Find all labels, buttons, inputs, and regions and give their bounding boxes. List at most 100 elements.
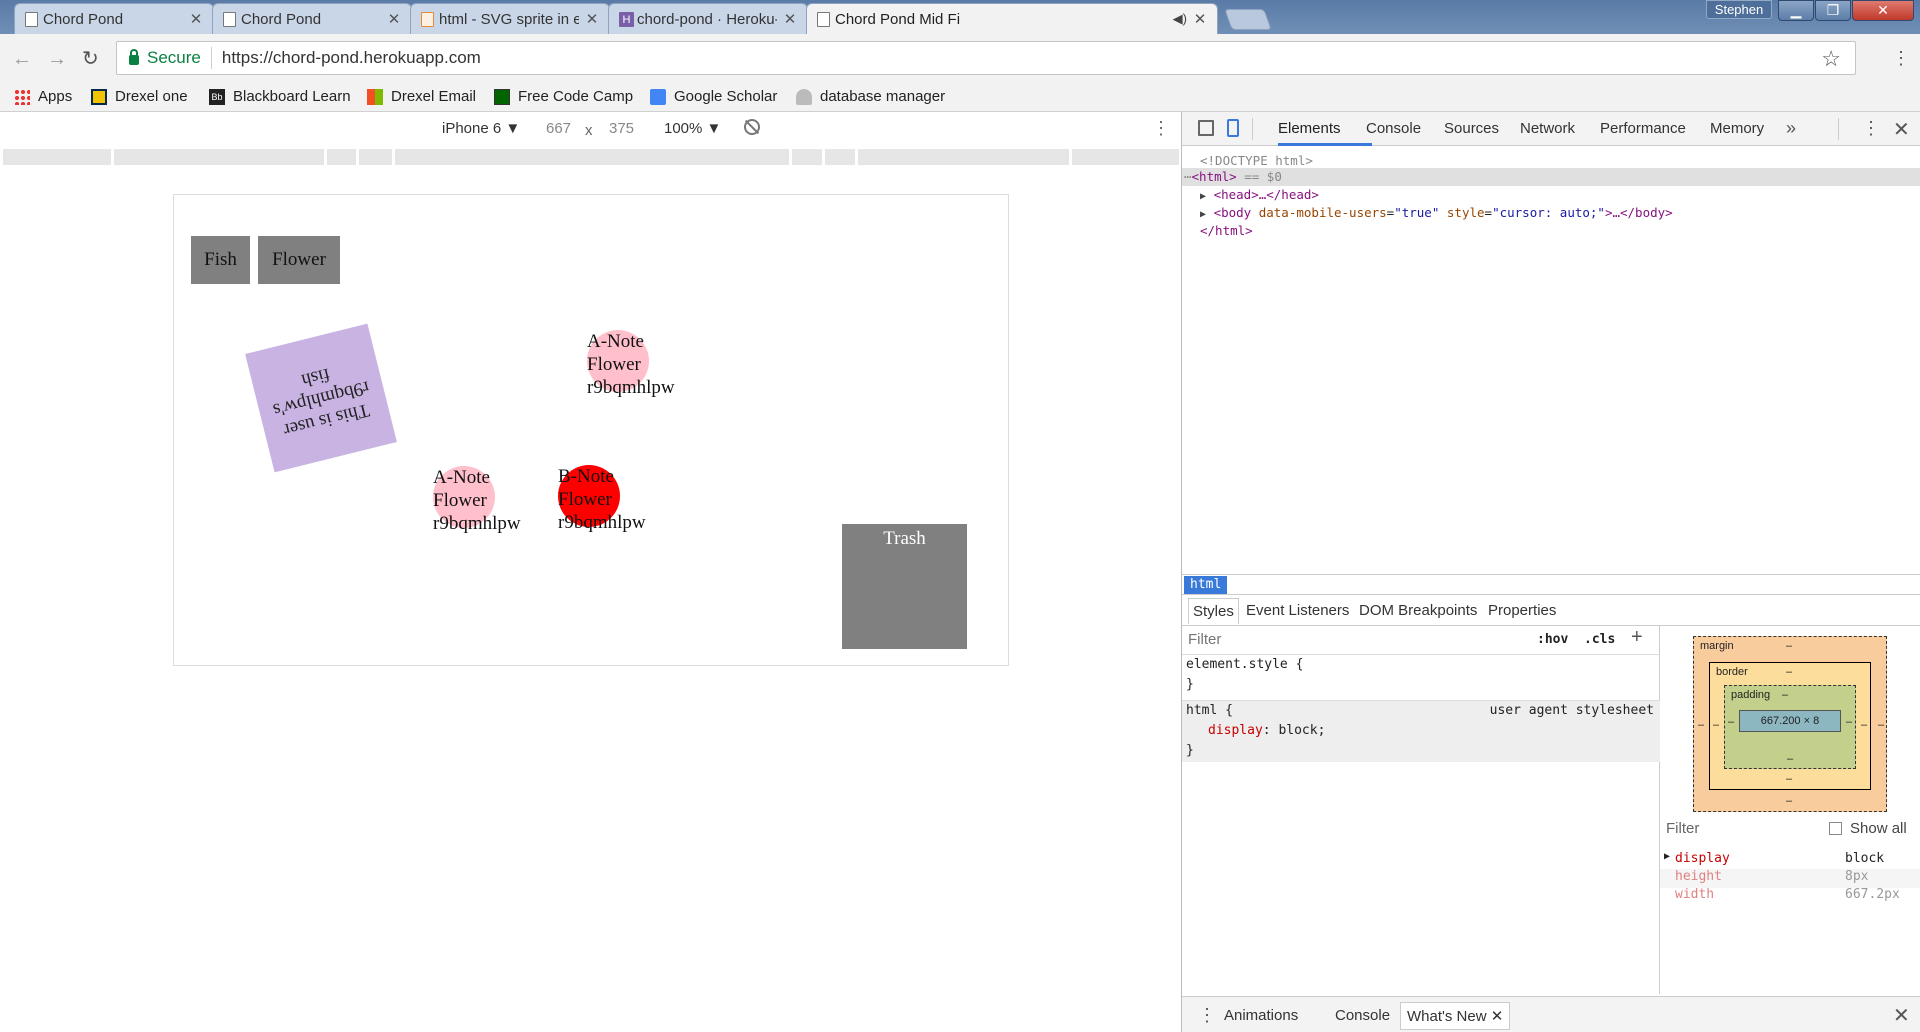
address-bar[interactable]: Secure https://chord-pond.herokuapp.com … bbox=[116, 41, 1856, 75]
tab-properties[interactable]: Properties bbox=[1488, 602, 1556, 619]
padding-left-value[interactable]: – bbox=[1728, 716, 1734, 728]
more-tabs-icon[interactable]: » bbox=[1786, 118, 1796, 139]
bookmark-blackboard[interactable]: Bb Blackboard Learn bbox=[209, 88, 351, 105]
border-left-value[interactable]: – bbox=[1713, 719, 1719, 731]
dom-tree: <!DOCTYPE html> ⋯<html> == $0 ▶ <head>…<… bbox=[1182, 146, 1920, 570]
dom-node-head[interactable]: ▶ <head>…</head> bbox=[1182, 186, 1920, 204]
a-note-flower[interactable]: A-Note Flower r9bqmhlpw bbox=[433, 466, 521, 535]
padding-bottom-value[interactable]: – bbox=[1787, 753, 1793, 765]
tab-event-listeners[interactable]: Event Listeners bbox=[1246, 602, 1349, 619]
tab-sources[interactable]: Sources bbox=[1444, 120, 1499, 137]
rule-element-style[interactable]: element.style { } bbox=[1182, 654, 1660, 698]
hover-state-button[interactable]: :hov bbox=[1537, 632, 1568, 647]
browser-tab-chord-pond-1[interactable]: Chord Pond ✕ bbox=[14, 3, 214, 34]
computed-row-display[interactable]: ▶ display block bbox=[1660, 851, 1920, 870]
computed-row-width[interactable]: width 667.2px bbox=[1660, 887, 1920, 906]
tab-console[interactable]: Console bbox=[1366, 120, 1421, 137]
forward-arrow-icon[interactable]: → bbox=[47, 48, 67, 71]
tab-memory[interactable]: Memory bbox=[1710, 120, 1764, 137]
breadcrumb-html[interactable]: html bbox=[1184, 576, 1228, 594]
show-all-checkbox[interactable] bbox=[1829, 822, 1842, 835]
padding-right-value[interactable]: – bbox=[1846, 716, 1852, 728]
bookmark-database-manager[interactable]: database manager bbox=[796, 88, 945, 105]
fish-card[interactable]: This is user r9bqmhlpw's fish bbox=[245, 323, 397, 473]
b-note-flower[interactable]: B-Note Flower r9bqmhlpw bbox=[558, 465, 646, 534]
new-tab-button[interactable] bbox=[1224, 9, 1272, 30]
a-note-flower[interactable]: A-Note Flower r9bqmhlpw bbox=[587, 330, 675, 399]
trash-bin[interactable]: Trash bbox=[842, 524, 967, 649]
expand-triangle-icon[interactable]: ▶ bbox=[1664, 851, 1670, 862]
dom-node-body[interactable]: ▶ <body data-mobile-users="true" style="… bbox=[1182, 204, 1920, 222]
close-tab-icon[interactable]: ✕ bbox=[783, 10, 797, 28]
margin-bottom-value[interactable]: – bbox=[1786, 795, 1792, 807]
bookmark-star-icon[interactable]: ☆ bbox=[1821, 46, 1841, 72]
device-width-input[interactable]: 667 bbox=[546, 120, 571, 137]
margin-right-value[interactable]: – bbox=[1878, 719, 1884, 731]
rule-html[interactable]: html { user agent stylesheet display: bl… bbox=[1182, 700, 1660, 762]
border-top-value[interactable]: – bbox=[1786, 666, 1792, 678]
drawer-tab-animations[interactable]: Animations bbox=[1224, 1007, 1298, 1024]
zoom-select[interactable]: 100% ▼ bbox=[664, 120, 721, 137]
browser-tab-chord-pond-mid-fi[interactable]: Chord Pond Mid Fi ◀) ✕ bbox=[806, 3, 1218, 34]
bookmark-drexel-one[interactable]: Drexel one bbox=[91, 88, 188, 105]
audio-playing-icon[interactable]: ◀) bbox=[1173, 11, 1187, 27]
bookmark-free-code-camp[interactable]: Free Code Camp bbox=[494, 88, 633, 105]
class-toggle-button[interactable]: .cls bbox=[1584, 632, 1615, 647]
padding-top-value[interactable]: – bbox=[1782, 689, 1788, 701]
box-model-content[interactable]: 667.200 × 8 bbox=[1739, 710, 1841, 732]
profile-button[interactable]: Stephen bbox=[1706, 0, 1772, 19]
minimize-icon[interactable]: ▁ bbox=[1778, 0, 1814, 21]
border-bottom-value[interactable]: – bbox=[1786, 773, 1792, 785]
browser-tab-chord-pond-2[interactable]: Chord Pond ✕ bbox=[212, 3, 412, 34]
bookmark-google-scholar[interactable]: Google Scholar bbox=[650, 88, 777, 105]
dom-node-html[interactable]: ⋯<html> == $0 bbox=[1182, 168, 1920, 186]
reload-icon[interactable]: ↻ bbox=[82, 46, 99, 71]
tab-elements[interactable]: Elements bbox=[1278, 120, 1341, 137]
browser-tab-svg-sprite[interactable]: html - SVG sprite in exter ✕ bbox=[410, 3, 610, 34]
devtools-menu-icon[interactable]: ⋮ bbox=[1862, 118, 1880, 139]
margin-top-value[interactable]: – bbox=[1786, 640, 1792, 652]
drawer-menu-icon[interactable]: ⋮ bbox=[1198, 1005, 1216, 1026]
device-toggle-icon[interactable] bbox=[1227, 119, 1239, 137]
maximize-icon[interactable]: ❐ bbox=[1815, 0, 1851, 21]
inspect-element-icon[interactable] bbox=[1198, 120, 1214, 136]
computed-row-height[interactable]: height 8px bbox=[1660, 869, 1920, 888]
bookmark-apps[interactable]: Apps bbox=[14, 88, 72, 105]
close-tab-icon[interactable]: ✕ bbox=[585, 10, 599, 28]
device-more-icon[interactable]: ⋮ bbox=[1152, 118, 1170, 139]
close-tab-icon[interactable]: ✕ bbox=[189, 10, 203, 28]
border-right-value[interactable]: – bbox=[1861, 719, 1867, 731]
device-select[interactable]: iPhone 6 ▼ bbox=[442, 120, 520, 137]
url-text[interactable]: https://chord-pond.herokuapp.com bbox=[222, 48, 481, 68]
back-arrow-icon[interactable]: ← bbox=[12, 48, 32, 71]
property-value[interactable]: block; bbox=[1278, 723, 1325, 738]
devtools-close-icon[interactable]: ✕ bbox=[1893, 117, 1910, 142]
margin-left-value[interactable]: – bbox=[1698, 719, 1704, 731]
drawer-tab-whats-new[interactable]: What's New ✕ bbox=[1400, 1002, 1511, 1030]
tab-dom-breakpoints[interactable]: DOM Breakpoints bbox=[1359, 602, 1477, 619]
property-name[interactable]: display bbox=[1208, 723, 1263, 738]
tab-styles[interactable]: Styles bbox=[1188, 598, 1239, 624]
drawer-close-icon[interactable]: ✕ bbox=[1893, 1003, 1910, 1028]
dom-node-html-close[interactable]: </html> bbox=[1182, 222, 1920, 240]
device-height-input[interactable]: 375 bbox=[609, 120, 634, 137]
bookmark-drexel-email[interactable]: Drexel Email bbox=[367, 88, 476, 105]
tab-network[interactable]: Network bbox=[1520, 120, 1575, 137]
flower-button[interactable]: Flower bbox=[258, 236, 340, 284]
box-model-padding[interactable]: padding – – – – 667.200 × 8 bbox=[1724, 685, 1856, 769]
tab-performance[interactable]: Performance bbox=[1600, 120, 1686, 137]
fish-button[interactable]: Fish bbox=[191, 236, 250, 284]
box-model-margin[interactable]: margin – – – – border – – – – padding – … bbox=[1693, 636, 1887, 812]
drawer-tab-console[interactable]: Console bbox=[1335, 1007, 1390, 1024]
add-rule-icon[interactable]: + bbox=[1631, 626, 1643, 649]
browser-tab-heroku[interactable]: H chord-pond · Heroku-git ✕ bbox=[608, 3, 808, 34]
computed-filter-input[interactable]: Filter bbox=[1666, 820, 1699, 837]
chrome-menu-icon[interactable]: ⋮ bbox=[1892, 48, 1910, 69]
styles-filter-input[interactable] bbox=[1186, 630, 1486, 649]
window-close-icon[interactable]: ✕ bbox=[1852, 0, 1914, 21]
media-query-bar[interactable] bbox=[3, 149, 1179, 165]
box-model-border[interactable]: border – – – – padding – – – – 667.200 ×… bbox=[1709, 662, 1871, 790]
close-tab-icon[interactable]: ✕ bbox=[387, 10, 401, 28]
rotate-icon[interactable] bbox=[744, 119, 760, 135]
close-tab-icon[interactable]: ✕ bbox=[1193, 10, 1207, 28]
